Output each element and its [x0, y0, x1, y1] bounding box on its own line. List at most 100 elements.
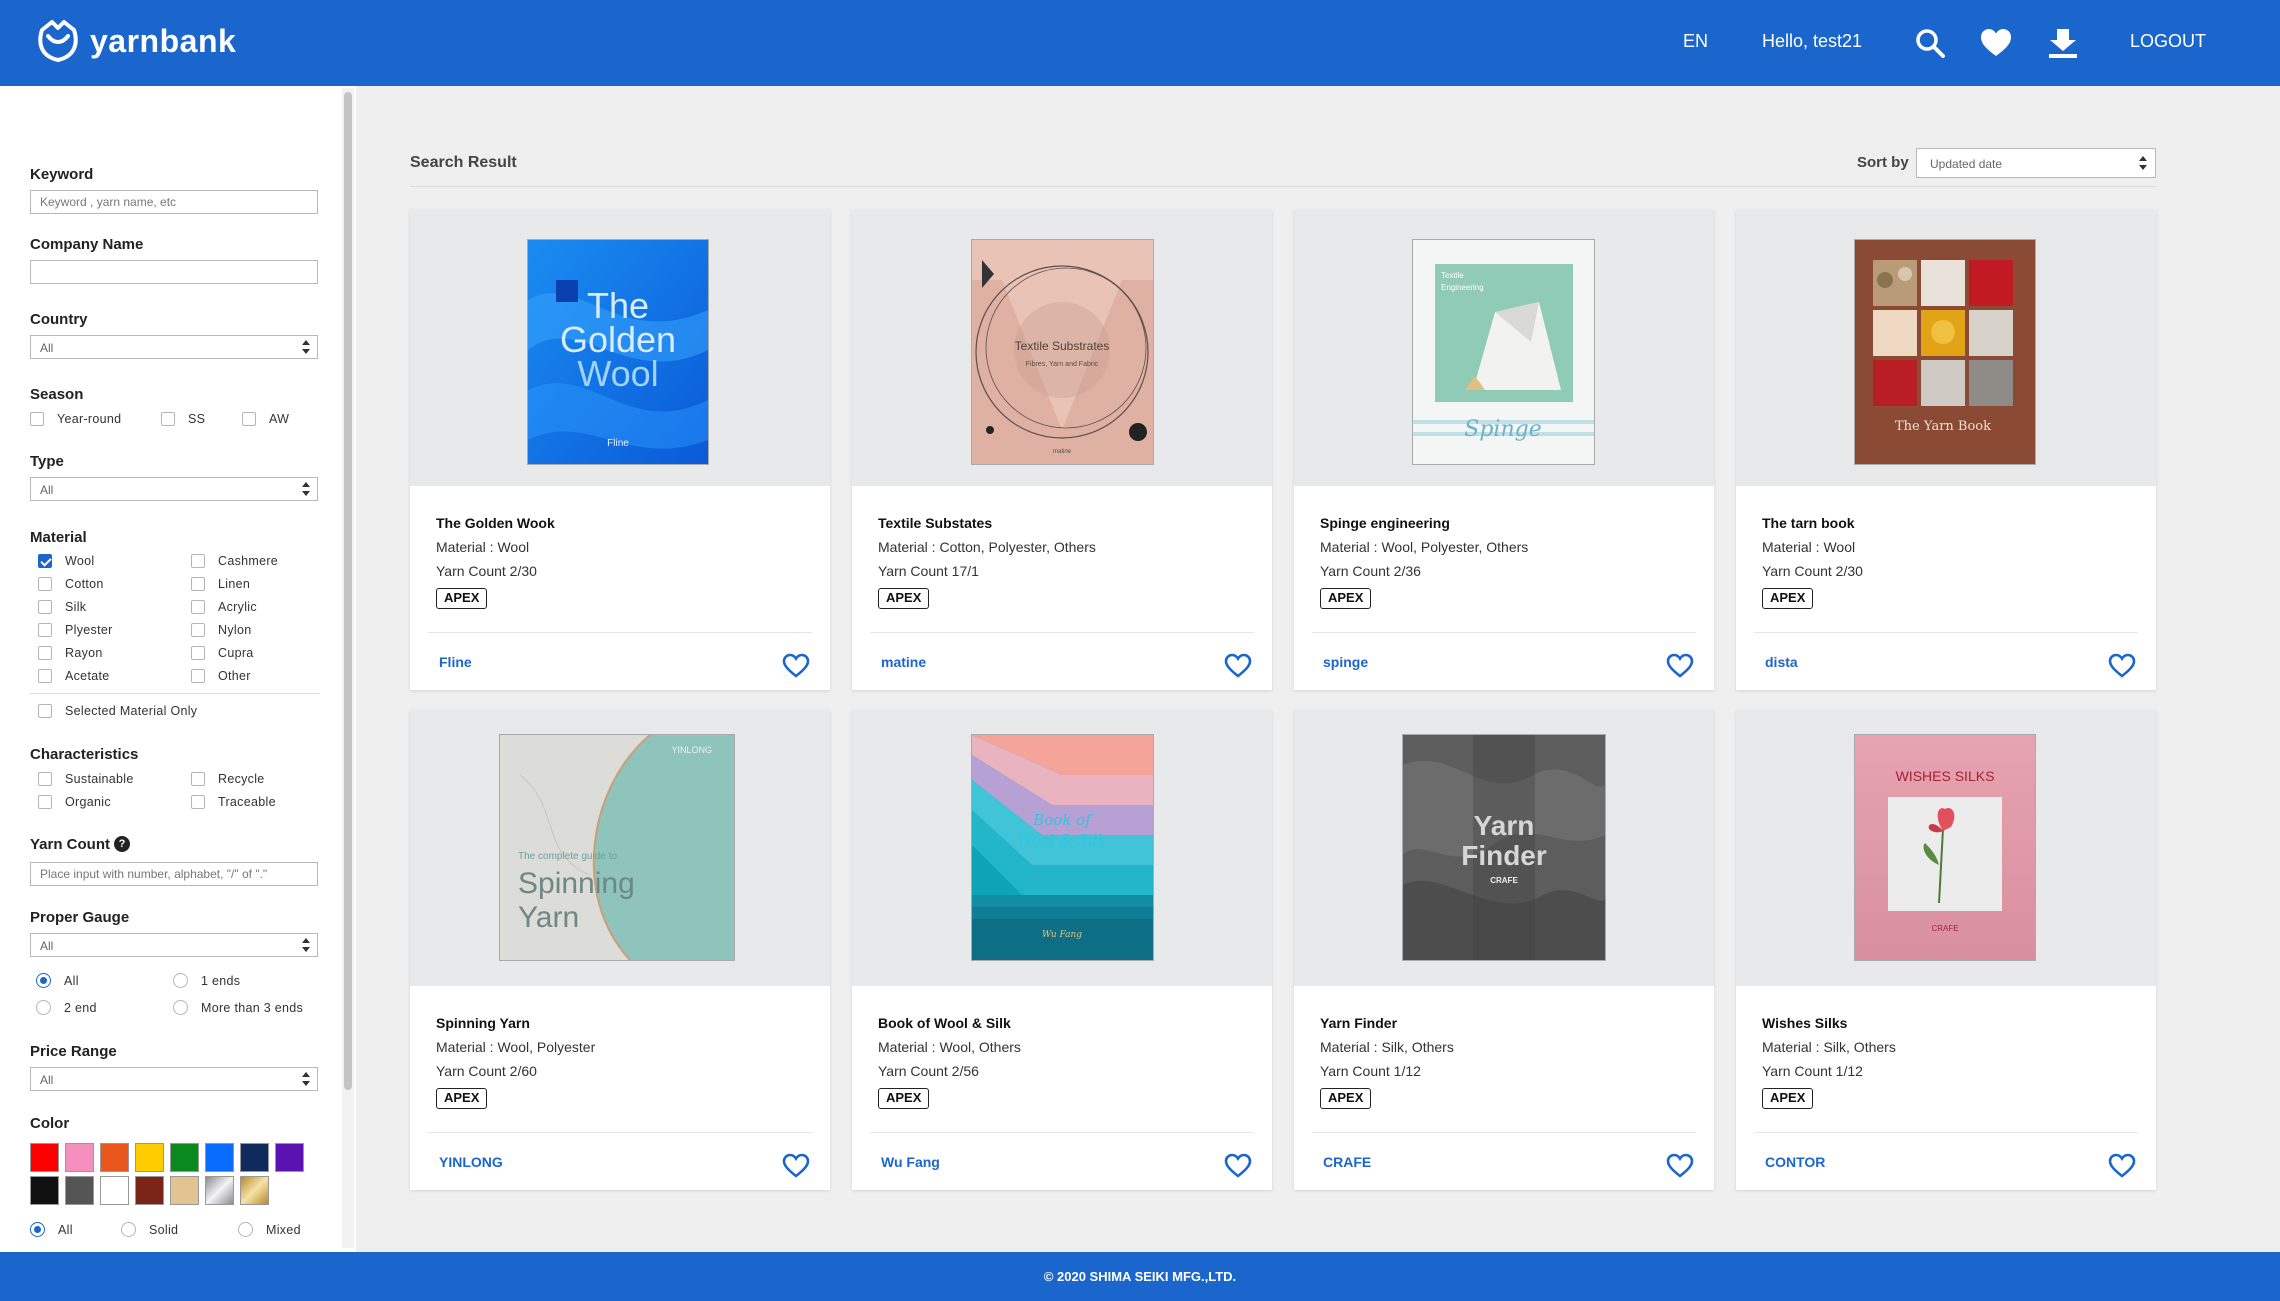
card-title[interactable]: Book of Wool & Silk	[878, 1015, 1011, 1031]
yarn-card[interactable]: YINLONG The complete guide to Spinning Y…	[410, 710, 830, 1190]
card-company-link[interactable]: spinge	[1323, 654, 1368, 670]
checkbox-box[interactable]	[38, 554, 52, 568]
card-title[interactable]: Spinge engineering	[1320, 515, 1450, 531]
season-ss-checkbox[interactable]: SS	[161, 412, 205, 426]
card-company-link[interactable]: Wu Fang	[881, 1154, 940, 1170]
favorite-heart-icon[interactable]	[782, 1153, 810, 1179]
color-swatch[interactable]	[205, 1143, 234, 1172]
color-all-radio[interactable]: All	[30, 1222, 73, 1237]
favorite-heart-icon[interactable]	[782, 653, 810, 679]
radio-dot[interactable]	[36, 973, 51, 988]
language-selector[interactable]: EN	[1683, 31, 1708, 52]
card-company-link[interactable]: matine	[881, 654, 926, 670]
checkbox-box[interactable]	[161, 412, 175, 426]
checkbox-box[interactable]	[38, 577, 52, 591]
book-cover-image[interactable]: Book of Wool & Silk Wu Fang	[971, 734, 1154, 961]
material-nylon-checkbox[interactable]: Nylon	[191, 623, 251, 637]
card-title[interactable]: Wishes Silks	[1762, 1015, 1847, 1031]
color-mixed-radio[interactable]: Mixed	[238, 1222, 301, 1237]
checkbox-box[interactable]	[38, 669, 52, 683]
favorite-heart-icon[interactable]	[1666, 1153, 1694, 1179]
material-other-checkbox[interactable]: Other	[191, 669, 251, 683]
book-cover-image[interactable]: YINLONG The complete guide to Spinning Y…	[499, 734, 735, 961]
help-icon[interactable]: ?	[114, 836, 130, 852]
price-range-select[interactable]: All	[30, 1067, 318, 1091]
card-company-link[interactable]: CONTOR	[1765, 1154, 1825, 1170]
logout-button[interactable]: LOGOUT	[2130, 31, 2206, 52]
material-plyester-checkbox[interactable]: Plyester	[38, 623, 113, 637]
checkbox-box[interactable]	[191, 600, 205, 614]
yarn-count-input[interactable]	[30, 862, 318, 886]
checkbox-box[interactable]	[191, 577, 205, 591]
checkbox-box[interactable]	[191, 646, 205, 660]
book-cover-image[interactable]: WISHES SILKS CRAFE	[1854, 734, 2036, 961]
download-icon[interactable]	[2046, 26, 2080, 60]
sustainable-checkbox[interactable]: Sustainable	[38, 772, 134, 786]
favorite-heart-icon[interactable]	[2108, 1153, 2136, 1179]
color-swatch[interactable]	[65, 1143, 94, 1172]
sort-select[interactable]: Updated date	[1916, 148, 2156, 178]
checkbox-box[interactable]	[38, 704, 52, 718]
season-aw-checkbox[interactable]: AW	[242, 412, 289, 426]
book-cover-image[interactable]: Textile Substrates Fibres, Yarn and Fabr…	[971, 239, 1154, 465]
radio-dot[interactable]	[173, 973, 188, 988]
sidebar-scroll-thumb[interactable]	[344, 92, 352, 1090]
checkbox-box[interactable]	[191, 554, 205, 568]
favorite-heart-icon[interactable]	[1666, 653, 1694, 679]
yarn-card[interactable]: WISHES SILKS CRAFE Wishes Silks Material…	[1736, 710, 2156, 1190]
color-swatch[interactable]	[30, 1143, 59, 1172]
card-title[interactable]: Yarn Finder	[1320, 1015, 1397, 1031]
card-title[interactable]: Textile Substates	[878, 515, 992, 531]
checkbox-box[interactable]	[38, 646, 52, 660]
color-swatch[interactable]	[30, 1176, 59, 1205]
card-company-link[interactable]: YINLONG	[439, 1154, 503, 1170]
color-swatch[interactable]	[240, 1176, 269, 1205]
checkbox-box[interactable]	[191, 669, 205, 683]
checkbox-box[interactable]	[191, 795, 205, 809]
yarn-card[interactable]: Textile Engineering Spinge Spinge engine…	[1294, 210, 1714, 690]
checkbox-box[interactable]	[38, 772, 52, 786]
proper-gauge-select[interactable]: All	[30, 933, 318, 957]
material-cotton-checkbox[interactable]: Cotton	[38, 577, 104, 591]
keyword-input[interactable]	[30, 190, 318, 214]
gauge-2-end-radio[interactable]: 2 end	[36, 1000, 97, 1015]
material-silk-checkbox[interactable]: Silk	[38, 600, 86, 614]
checkbox-box[interactable]	[191, 772, 205, 786]
card-title[interactable]: Spinning Yarn	[436, 1015, 530, 1031]
checkbox-box[interactable]	[38, 623, 52, 637]
favorite-heart-icon[interactable]	[2108, 653, 2136, 679]
card-title[interactable]: The tarn book	[1762, 515, 1855, 531]
selected-material-only-checkbox[interactable]: Selected Material Only	[38, 704, 197, 718]
radio-dot[interactable]	[238, 1222, 253, 1237]
color-swatch[interactable]	[100, 1176, 129, 1205]
traceable-checkbox[interactable]: Traceable	[191, 795, 276, 809]
yarn-card[interactable]: The Yarn Book The tarn book Material : W…	[1736, 210, 2156, 690]
radio-dot[interactable]	[36, 1000, 51, 1015]
yarn-card[interactable]: Textile Substrates Fibres, Yarn and Fabr…	[852, 210, 1272, 690]
color-swatch[interactable]	[65, 1176, 94, 1205]
yarn-card[interactable]: The Golden Wool Fline The Golden Wook Ma…	[410, 210, 830, 690]
heart-icon[interactable]	[1979, 26, 2013, 60]
color-swatch[interactable]	[240, 1143, 269, 1172]
book-cover-image[interactable]: The Golden Wool Fline	[527, 239, 709, 465]
color-swatch[interactable]	[170, 1143, 199, 1172]
material-rayon-checkbox[interactable]: Rayon	[38, 646, 103, 660]
radio-dot[interactable]	[121, 1222, 136, 1237]
organic-checkbox[interactable]: Organic	[38, 795, 111, 809]
recycle-checkbox[interactable]: Recycle	[191, 772, 265, 786]
company-name-input[interactable]	[30, 260, 318, 284]
book-cover-image[interactable]: Yarn Finder CRAFE	[1402, 734, 1606, 961]
material-acetate-checkbox[interactable]: Acetate	[38, 669, 110, 683]
material-cupra-checkbox[interactable]: Cupra	[191, 646, 254, 660]
favorite-heart-icon[interactable]	[1224, 1153, 1252, 1179]
book-cover-image[interactable]: The Yarn Book	[1854, 239, 2036, 465]
color-swatch[interactable]	[275, 1143, 304, 1172]
search-icon[interactable]	[1913, 26, 1947, 60]
gauge-1-ends-radio[interactable]: 1 ends	[173, 973, 240, 988]
country-select[interactable]: All	[30, 335, 318, 359]
material-linen-checkbox[interactable]: Linen	[191, 577, 250, 591]
material-cashmere-checkbox[interactable]: Cashmere	[191, 554, 278, 568]
card-company-link[interactable]: Fline	[439, 654, 472, 670]
checkbox-box[interactable]	[38, 600, 52, 614]
type-select[interactable]: All	[30, 477, 318, 501]
